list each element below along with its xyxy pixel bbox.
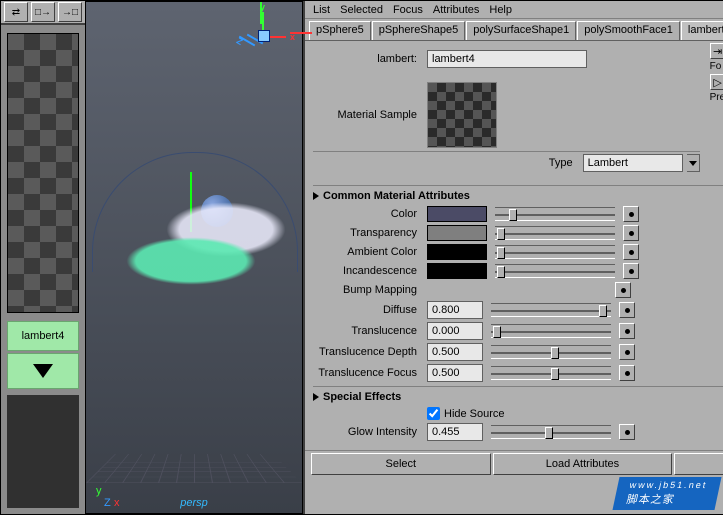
ground-grid <box>86 454 302 483</box>
glow-intensity-slider[interactable] <box>491 425 611 439</box>
material-name-label[interactable]: lambert4 <box>7 321 79 351</box>
select-button[interactable]: Select <box>311 453 491 475</box>
lambert-name-field[interactable] <box>427 50 587 68</box>
attribute-editor-menubar: List Selected Focus Attributes Help <box>305 1 723 19</box>
tab-polysmoothface1[interactable]: polySmoothFace1 <box>577 21 680 40</box>
color-swatch[interactable] <box>427 225 487 241</box>
tab-psphereshape5[interactable]: pSphereShape5 <box>372 21 466 40</box>
attr-slider[interactable] <box>491 303 611 317</box>
attr-value-field[interactable] <box>427 301 483 319</box>
tab-lambert[interactable]: lambert <box>681 21 723 40</box>
color-swatch[interactable] <box>427 244 487 260</box>
tab-psphere5[interactable]: pSphere5 <box>309 21 371 40</box>
attr-label: Color <box>313 208 423 220</box>
disclosure-triangle-icon[interactable] <box>313 393 319 401</box>
material-preview-large[interactable] <box>7 33 79 313</box>
hide-source-checkbox[interactable] <box>427 407 440 420</box>
material-assign-button[interactable] <box>7 353 79 389</box>
perspective-viewport[interactable]: y x Z y Z x persp <box>85 1 303 514</box>
menu-selected[interactable]: Selected <box>340 4 383 16</box>
presets-button[interactable]: ▷ <box>710 74 723 90</box>
view-cube-gizmo[interactable]: y x Z <box>238 12 288 60</box>
map-button[interactable] <box>623 244 639 260</box>
color-swatch[interactable] <box>427 206 487 222</box>
node-tabs: pSphere5 pSphereShape5 polySurfaceShape1… <box>305 19 723 41</box>
attr-value-field[interactable] <box>427 343 483 361</box>
map-button[interactable] <box>619 365 635 381</box>
attr-label: Transparency <box>313 227 423 239</box>
attr-value-field[interactable] <box>427 364 483 382</box>
camera-name-label: persp <box>180 497 208 509</box>
attr-slider[interactable] <box>495 226 615 240</box>
common-attributes-header: Common Material Attributes <box>323 190 470 202</box>
attr-slider[interactable] <box>495 264 615 278</box>
swap-icon[interactable]: ⇄ <box>4 2 28 22</box>
copy-tab-button[interactable] <box>674 453 723 475</box>
menu-help[interactable]: Help <box>489 4 512 16</box>
map-button[interactable] <box>619 323 635 339</box>
load-attributes-button[interactable]: Load Attributes <box>493 453 673 475</box>
glow-intensity-label: Glow Intensity <box>313 426 423 438</box>
focus-node-button[interactable]: ⇥ <box>710 43 723 59</box>
export-icon[interactable]: □→ <box>31 2 55 22</box>
map-button[interactable] <box>623 263 639 279</box>
attr-label: Bump Mapping <box>313 284 423 296</box>
map-button[interactable] <box>619 302 635 318</box>
watermark: www.jb51.net 脚本之家 <box>613 477 722 510</box>
attr-slider[interactable] <box>491 345 611 359</box>
tab-polysurfaceshape1[interactable]: polySurfaceShape1 <box>466 21 576 40</box>
special-effects-header: Special Effects <box>323 391 401 403</box>
map-button[interactable] <box>619 424 635 440</box>
attr-label: Translucence Depth <box>313 346 423 358</box>
type-label: Type <box>469 157 579 169</box>
material-sample-label: Material Sample <box>313 109 423 121</box>
material-browser-panel: ⇄ □→ →□ lambert4 <box>1 1 85 514</box>
disclosure-triangle-icon[interactable] <box>313 192 319 200</box>
attr-slider[interactable] <box>495 245 615 259</box>
attribute-editor: List Selected Focus Attributes Help pSph… <box>303 1 723 514</box>
attr-slider[interactable] <box>495 207 615 221</box>
chevron-down-icon[interactable] <box>687 154 700 172</box>
attr-label: Translucence Focus <box>313 367 423 379</box>
attr-label: Diffuse <box>313 304 423 316</box>
menu-attributes[interactable]: Attributes <box>433 4 479 16</box>
type-dropdown[interactable]: Lambert <box>583 154 683 172</box>
attr-slider[interactable] <box>491 366 611 380</box>
map-button[interactable] <box>623 206 639 222</box>
attr-label: Ambient Color <box>313 246 423 258</box>
map-button[interactable] <box>623 225 639 241</box>
attr-slider[interactable] <box>491 324 611 338</box>
mesh-green-selected <box>126 237 256 285</box>
menu-list[interactable]: List <box>313 4 330 16</box>
glow-intensity-field[interactable] <box>427 423 483 441</box>
lambert-name-label: lambert: <box>313 53 423 65</box>
import-icon[interactable]: →□ <box>58 2 82 22</box>
hide-source-label: Hide Source <box>444 408 505 420</box>
attr-label: Translucence <box>313 325 423 337</box>
material-list-empty <box>7 395 79 508</box>
world-axis-indicator: y Z x <box>96 485 102 497</box>
attr-value-field[interactable] <box>427 322 483 340</box>
material-sample-swatch[interactable] <box>427 82 497 148</box>
map-button[interactable] <box>615 282 631 298</box>
color-swatch[interactable] <box>427 263 487 279</box>
map-button[interactable] <box>619 344 635 360</box>
attr-label: Incandescence <box>313 265 423 277</box>
menu-focus[interactable]: Focus <box>393 4 423 16</box>
arrow-down-icon <box>33 364 53 378</box>
